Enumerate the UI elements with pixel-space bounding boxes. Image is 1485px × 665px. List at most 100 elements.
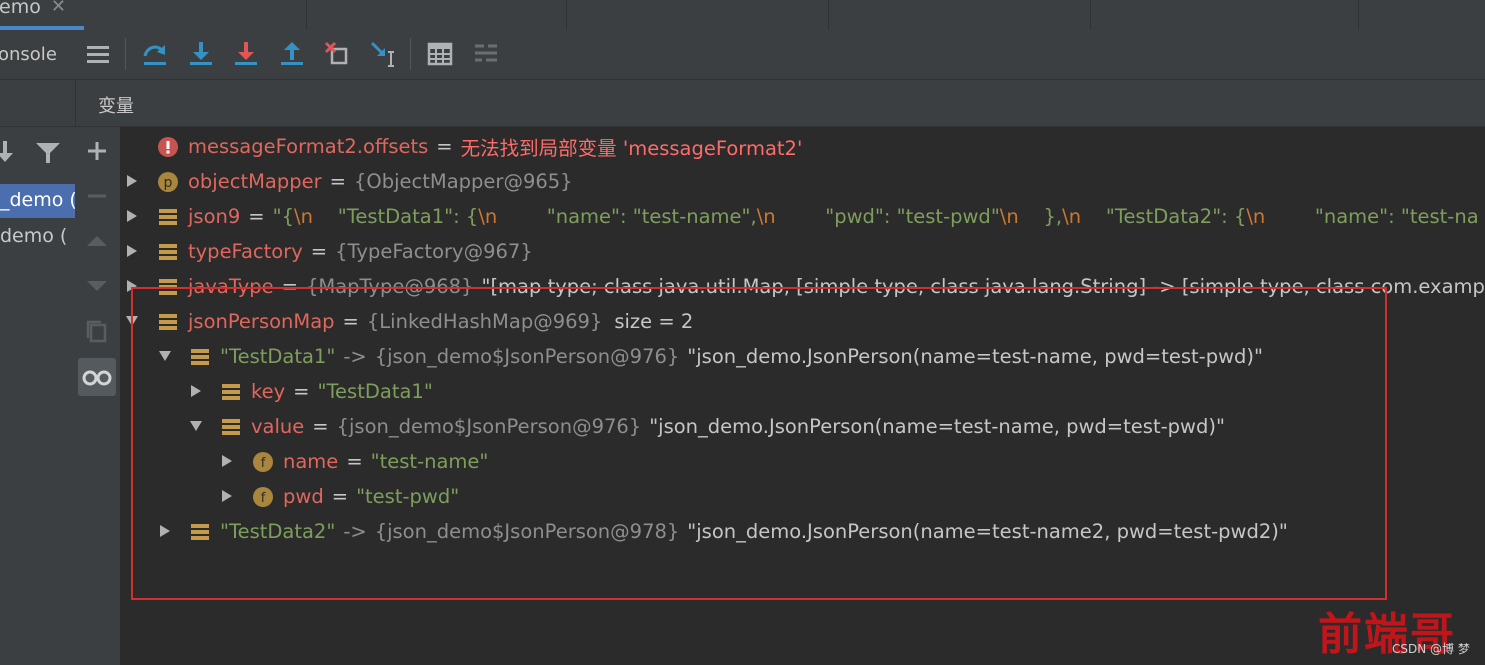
filter-icon[interactable]: [34, 140, 62, 166]
list-icon[interactable]: [84, 41, 112, 69]
editor-tab-bar: [0, 0, 1485, 31]
variable-value: "test-name": [370, 450, 489, 473]
move-down-icon[interactable]: [78, 267, 116, 305]
escape-sequence: \n: [756, 205, 776, 228]
variable-row[interactable]: p objectMapper = {ObjectMapper@965}: [158, 164, 573, 199]
error-icon: [158, 136, 178, 157]
expand-arrow-icon[interactable]: [220, 489, 234, 503]
variable-ref: {MapType@968}: [306, 275, 474, 298]
collapse-arrow-icon[interactable]: [189, 419, 203, 433]
variable-name: typeFactory: [188, 240, 303, 263]
debugger-toolbar: onsole: [0, 30, 1485, 80]
map-key: "TestData1": [220, 345, 336, 368]
variable-row[interactable]: f pwd = "test-pwd": [253, 479, 459, 514]
variable-value: "[map type; class java.util.Map, [simple…: [481, 275, 1485, 298]
expand-arrow-icon[interactable]: [158, 524, 172, 538]
string-part: "pwd": "test-pwd": [775, 205, 1000, 228]
variable-row[interactable]: jsonPersonMap = {LinkedHashMap@969} size…: [158, 304, 693, 339]
equals-sign: =: [342, 310, 359, 333]
quote: ": [272, 205, 282, 228]
map-entry-icon: [191, 348, 209, 365]
force-step-into-icon[interactable]: [232, 40, 260, 68]
move-up-icon[interactable]: [78, 222, 116, 260]
glasses-icon[interactable]: [78, 358, 116, 396]
collapse-arrow-icon[interactable]: [158, 349, 172, 363]
variable-value: 无法找到局部变量 'messageFormat2': [460, 137, 803, 160]
expand-arrow-icon[interactable]: [125, 174, 139, 188]
variable-row[interactable]: value = {json_demo$JsonPerson@976} "json…: [221, 409, 1225, 444]
map-entry-row[interactable]: "TestData1" -> {json_demo$JsonPerson@976…: [190, 339, 1263, 374]
variable-name: name: [283, 450, 339, 473]
variable-name: jsonPersonMap: [188, 310, 335, 333]
equals-sign: =: [281, 275, 298, 298]
watermark-caption: CSDN @博 梦: [1392, 642, 1470, 656]
variable-value: "json_demo.JsonPerson(name=test-name2, p…: [687, 520, 1288, 543]
map-entry-row[interactable]: "TestData2" -> {json_demo$JsonPerson@978…: [190, 514, 1288, 549]
variable-ref: {json_demo$JsonPerson@976}: [374, 345, 680, 368]
frame-item[interactable]: demo (: [0, 221, 75, 255]
variable-name: pwd: [283, 485, 324, 508]
equals-sign: =: [331, 485, 349, 508]
map-entry-icon: [191, 523, 209, 540]
remove-watch-icon[interactable]: [78, 177, 116, 215]
variable-ref: {json_demo$JsonPerson@976}: [336, 415, 642, 438]
variable-row[interactable]: json9 = "{\n "TestData1": {\n "name": "t…: [158, 199, 1479, 234]
add-watch-icon[interactable]: [78, 132, 116, 170]
field-icon: f: [253, 486, 273, 507]
local-variable-icon: [159, 208, 177, 225]
tab-divider: [1090, 0, 1091, 30]
expand-arrow-icon[interactable]: [125, 209, 139, 223]
copy-icon[interactable]: [78, 312, 116, 350]
frames-panel: _demo ( demo (: [0, 127, 76, 665]
variable-row[interactable]: typeFactory = {TypeFactory@967}: [158, 234, 533, 269]
equals-sign: =: [248, 205, 265, 228]
expand-arrow-icon[interactable]: [220, 454, 234, 468]
string-part: "name": "test-name",: [497, 205, 757, 228]
escape-sequence: \n: [478, 205, 498, 228]
equals-sign: =: [312, 415, 329, 438]
step-into-icon[interactable]: [187, 40, 215, 68]
variable-ref: {json_demo$JsonPerson@978}: [374, 520, 680, 543]
frame-label: _demo (: [0, 189, 75, 211]
expand-arrow-icon[interactable]: [189, 384, 203, 398]
variable-name: value: [251, 415, 305, 438]
variable-name: key: [251, 380, 286, 403]
trace-icon[interactable]: [472, 40, 500, 68]
console-tab-label[interactable]: onsole: [0, 44, 57, 65]
frame-item[interactable]: _demo (: [0, 184, 75, 218]
evaluate-expression-icon[interactable]: [426, 40, 454, 68]
collapse-arrow-icon[interactable]: [125, 314, 139, 328]
tab-title: emo: [0, 0, 41, 18]
string-part: "TestData1": {: [312, 205, 479, 228]
frames-header: [0, 80, 76, 126]
tab-divider: [828, 0, 829, 30]
expand-arrow-icon[interactable]: [125, 244, 139, 258]
variable-name: json9: [188, 205, 241, 228]
variable-row[interactable]: f name = "test-name": [253, 444, 488, 479]
variable-row[interactable]: javaType = {MapType@968} "[map type; cla…: [158, 269, 1485, 304]
local-variable-icon: [222, 418, 240, 435]
step-out-icon[interactable]: [278, 40, 306, 68]
variable-row[interactable]: key = "TestData1": [221, 374, 433, 409]
sort-down-icon[interactable]: [0, 139, 16, 165]
run-to-cursor-icon[interactable]: [369, 40, 397, 68]
step-over-icon[interactable]: [141, 40, 169, 68]
escape-sequence: \n: [1062, 205, 1082, 228]
string-part: },: [1018, 205, 1063, 228]
variable-value: "TestData1": [317, 380, 433, 403]
equals-sign: =: [436, 135, 453, 158]
svg-text:p: p: [164, 175, 173, 191]
local-variable-icon: [159, 243, 177, 260]
tab-divider: [566, 0, 567, 30]
toolbar-divider: [125, 38, 126, 70]
svg-text:f: f: [261, 456, 266, 471]
toolbar-divider: [410, 38, 411, 70]
string-part: {: [281, 205, 295, 228]
variable-row[interactable]: messageFormat2.offsets = 无法找到局部变量 'messa…: [158, 129, 802, 164]
equals-sign: =: [310, 240, 328, 263]
expand-arrow-icon[interactable]: [125, 279, 139, 293]
string-part: "name": "test-na: [1265, 205, 1479, 228]
collection-size: size = 2: [614, 310, 694, 333]
drop-frame-icon[interactable]: [323, 40, 351, 68]
close-icon[interactable]: ✕: [51, 0, 66, 17]
